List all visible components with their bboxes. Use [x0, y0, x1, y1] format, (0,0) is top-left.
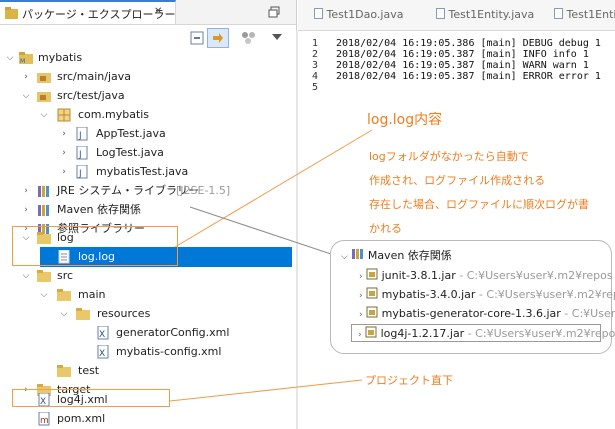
annotation-connectors [169, 129, 373, 402]
jar-row[interactable]: › mybatis-generator-core-1.3.6.jar - C:¥… [359, 305, 615, 323]
jar-path: - C:¥Users¥user¥.m2¥rep [475, 288, 615, 301]
popup-title: Maven 依存関係 [367, 249, 452, 262]
library-icon [352, 249, 364, 259]
jar-icon [366, 287, 378, 299]
jar-icon [366, 268, 378, 280]
connector-maven-line [189, 206, 341, 258]
popup-title-row: ⌵ Maven 依存関係 [341, 247, 452, 265]
connector-log4j-line [169, 379, 363, 402]
jar-path: - C:¥Users¥user¥.m2¥repo [464, 327, 615, 340]
collapsed-arrow-icon[interactable]: › [359, 310, 363, 320]
jar-name: junit-3.8.1.jar [381, 269, 456, 282]
connector-log-line [174, 129, 373, 248]
jar-path: - C:¥Users¥user¥.m2¥repos [455, 269, 613, 282]
expanded-arrow-icon: ⌵ [341, 252, 348, 262]
jar-icon [366, 306, 378, 318]
jar-row[interactable]: › mybatis-3.4.0.jar - C:¥Users¥user¥.m2¥… [359, 286, 615, 304]
jar-icon [365, 326, 377, 338]
collapsed-arrow-icon[interactable]: › [359, 272, 363, 282]
jar-name: mybatis-3.4.0.jar [381, 288, 476, 301]
jar-path: - C:¥Users¥ [564, 307, 615, 320]
collapsed-arrow-icon[interactable]: › [359, 291, 363, 301]
jar-name: log4j-1.2.17.jar [380, 327, 465, 340]
jar-row-highlighted[interactable]: › log4j-1.2.17.jar - C:¥Users¥user¥.m2¥r… [351, 324, 615, 342]
jar-row[interactable]: › junit-3.8.1.jar - C:¥Users¥user¥.m2¥re… [359, 267, 613, 285]
collapsed-arrow-icon[interactable]: › [358, 330, 362, 340]
maven-deps-callout: ⌵ Maven 依存関係 › junit-3.8.1.jar - C:¥User… [330, 240, 615, 354]
jar-name: mybatis-generator-core-1.3.6.jar [381, 307, 561, 320]
